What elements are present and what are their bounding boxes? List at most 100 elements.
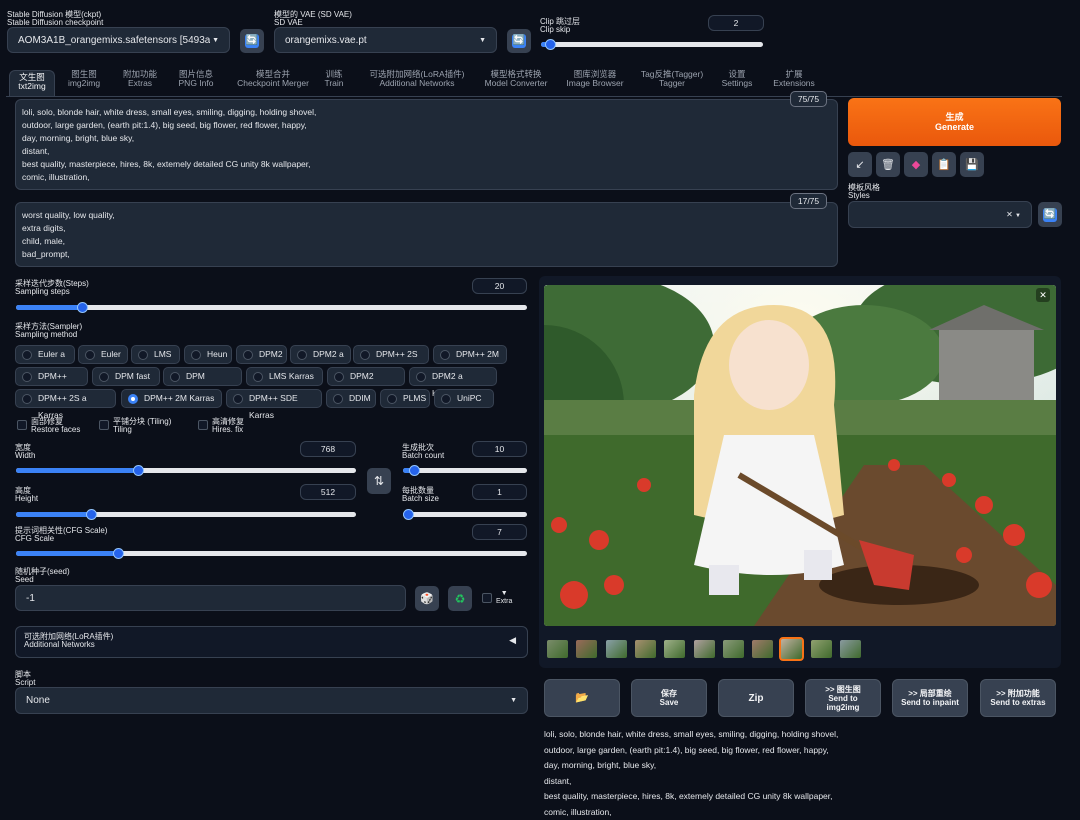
- batch-count-input[interactable]: 10: [472, 441, 527, 457]
- tab-image-browser[interactable]: 图库浏览器Image Browser: [562, 70, 628, 88]
- negative-prompt-textarea[interactable]: worst quality, low quality,extra digits,…: [15, 202, 838, 267]
- sampler-option-dpm-2s-a-karras[interactable]: DPM++ 2S a Karras: [15, 389, 116, 408]
- tab-model-converter[interactable]: 模型格式转换Model Converter: [481, 70, 551, 88]
- gallery-thumbnail[interactable]: [664, 640, 685, 658]
- extra-checkbox[interactable]: [482, 593, 492, 603]
- sampler-option-dpm2-a-karras[interactable]: DPM2 a Karras: [409, 367, 497, 386]
- gallery-thumbnail[interactable]: [576, 640, 597, 658]
- slider-knob[interactable]: [133, 465, 144, 476]
- tab-extras[interactable]: 附加功能Extras: [117, 70, 163, 88]
- extra-networks-button[interactable]: ◆: [904, 152, 928, 177]
- tab-additional-networks[interactable]: 可选附加网络(LoRA插件)Additional Networks: [365, 70, 469, 88]
- gallery-thumbnail[interactable]: [811, 640, 832, 658]
- width-slider[interactable]: [16, 468, 356, 473]
- batch-count-slider[interactable]: [403, 468, 527, 473]
- tab-train[interactable]: 训练Train: [320, 70, 348, 88]
- sampler-option-dpm-sde[interactable]: DPM++ SDE: [15, 367, 88, 386]
- sampler-option-lms[interactable]: LMS: [131, 345, 180, 364]
- clip-skip-input[interactable]: 2: [708, 15, 764, 31]
- sampler-option-euler-a[interactable]: Euler a: [15, 345, 75, 364]
- checkpoint-value: AOM3A1B_orangemixs.safetensors [5493a0ec…: [18, 35, 210, 46]
- gallery-thumbnail[interactable]: [723, 640, 744, 658]
- steps-slider[interactable]: [16, 305, 527, 310]
- gallery-thumbnail[interactable]: [779, 637, 804, 661]
- tab-settings[interactable]: 设置Settings: [718, 70, 756, 88]
- gallery-thumbnail[interactable]: [694, 640, 715, 658]
- trash-button[interactable]: 🗑: [876, 152, 900, 177]
- height-slider[interactable]: [16, 512, 356, 517]
- sampler-option-unipc[interactable]: UniPC: [434, 389, 494, 408]
- checkbox-restore-faces[interactable]: [17, 420, 27, 430]
- refresh-styles-button[interactable]: 🔄: [1038, 202, 1062, 227]
- gallery-thumbnail[interactable]: [752, 640, 773, 658]
- sampler-option-dpm2-a[interactable]: DPM2 a: [290, 345, 351, 364]
- slider-knob[interactable]: [86, 509, 97, 520]
- sampler-option-dpm2-karras[interactable]: DPM2 Karras: [327, 367, 405, 386]
- save-style-button[interactable]: 💾: [960, 152, 984, 177]
- height-input[interactable]: 512: [300, 484, 356, 500]
- seed-input[interactable]: -1: [15, 585, 406, 611]
- sampler-option-dpm-fast[interactable]: DPM fast: [92, 367, 160, 386]
- clear-icon[interactable]: ✕: [1006, 210, 1013, 219]
- sampler-option-dpm-adaptive[interactable]: DPM adaptive: [163, 367, 242, 386]
- zip-button[interactable]: Zip: [718, 679, 794, 717]
- clip-skip-slider[interactable]: [541, 42, 763, 47]
- slider-knob[interactable]: [113, 548, 124, 559]
- tab-png-info[interactable]: 图片信息PNG Info: [176, 70, 216, 88]
- width-input[interactable]: 768: [300, 441, 356, 457]
- generate-button[interactable]: 生成 Generate: [848, 98, 1061, 146]
- prompt-textarea[interactable]: loli, solo, blonde hair, white dress, sm…: [15, 99, 838, 190]
- save-button[interactable]: 保存Save: [631, 679, 707, 717]
- swap-dimensions-button[interactable]: ⇅: [367, 468, 391, 494]
- gallery-thumbnail[interactable]: [840, 640, 861, 658]
- sampler-option-lms-karras[interactable]: LMS Karras: [246, 367, 323, 386]
- vae-dropdown[interactable]: orangemixs.vae.pt ▼: [274, 27, 497, 53]
- random-seed-button[interactable]: 🎲: [415, 586, 439, 611]
- slider-knob[interactable]: [403, 509, 414, 520]
- batch-size-slider[interactable]: [403, 512, 527, 517]
- steps-input[interactable]: 20: [472, 278, 527, 294]
- additional-networks-accordion[interactable]: 可选附加网络(LoRA插件) Additional Networks ◀: [15, 626, 528, 658]
- send-to-img2img-button[interactable]: >> 图生图Send to img2img: [805, 679, 881, 717]
- clipboard-button[interactable]: 📋: [932, 152, 956, 177]
- sampler-option-dpm-2s-a[interactable]: DPM++ 2S a: [353, 345, 429, 364]
- open-folder-button[interactable]: 📂: [544, 679, 620, 717]
- checkbox-hires-fix[interactable]: [198, 420, 208, 430]
- tab-tagger[interactable]: Tag反推(Tagger)Tagger: [638, 70, 706, 88]
- checkbox-tiling[interactable]: [99, 420, 109, 430]
- tab-extensions[interactable]: 扩展Extensions: [770, 70, 818, 88]
- seed-value: -1: [26, 593, 35, 604]
- checkpoint-dropdown[interactable]: AOM3A1B_orangemixs.safetensors [5493a0ec…: [7, 27, 230, 53]
- sampler-option-dpm-2m[interactable]: DPM++ 2M: [433, 345, 507, 364]
- paste-button[interactable]: ↙: [848, 152, 872, 177]
- script-dropdown[interactable]: None ▼: [15, 687, 528, 714]
- cfg-input[interactable]: 7: [472, 524, 527, 540]
- triangle-down-icon: ▼: [496, 590, 512, 598]
- batch-size-input[interactable]: 1: [472, 484, 527, 500]
- sampler-option-plms[interactable]: PLMS: [380, 389, 430, 408]
- sampler-option-dpm-2m-karras[interactable]: DPM++ 2M Karras: [121, 389, 222, 408]
- send-to-extras-button[interactable]: >> 附加功能Send to extras: [980, 679, 1056, 717]
- gallery-thumbnail[interactable]: [606, 640, 627, 658]
- generated-image[interactable]: [544, 285, 1056, 626]
- sampler-option-ddim[interactable]: DDIM: [326, 389, 376, 408]
- tab-checkpoint-merger[interactable]: 模型合并Checkpoint Merger: [232, 70, 314, 88]
- slider-knob[interactable]: [409, 465, 420, 476]
- sampler-option-heun[interactable]: Heun: [184, 345, 232, 364]
- gallery-thumbnail[interactable]: [635, 640, 656, 658]
- slider-knob[interactable]: [77, 302, 88, 313]
- styles-dropdown[interactable]: ✕ ▼: [848, 201, 1032, 228]
- sampler-option-dpm-sde-karras[interactable]: DPM++ SDE Karras: [226, 389, 322, 408]
- gallery-thumbnail[interactable]: [547, 640, 568, 658]
- refresh-checkpoint-button[interactable]: 🔄: [240, 29, 264, 53]
- send-to-inpaint-button[interactable]: >> 局部重绘Send to inpaint: [892, 679, 968, 717]
- tab-txt2img[interactable]: 文生图txt2img: [9, 70, 55, 96]
- tab-img2img[interactable]: 图生图img2img: [64, 70, 104, 88]
- slider-knob[interactable]: [545, 39, 556, 50]
- cfg-slider[interactable]: [16, 551, 527, 556]
- refresh-vae-button[interactable]: 🔄: [507, 29, 531, 53]
- close-image-button[interactable]: ✕: [1036, 288, 1050, 302]
- sampler-option-dpm2[interactable]: DPM2: [236, 345, 287, 364]
- reuse-seed-button[interactable]: ♻: [448, 586, 472, 611]
- sampler-option-euler[interactable]: Euler: [78, 345, 128, 364]
